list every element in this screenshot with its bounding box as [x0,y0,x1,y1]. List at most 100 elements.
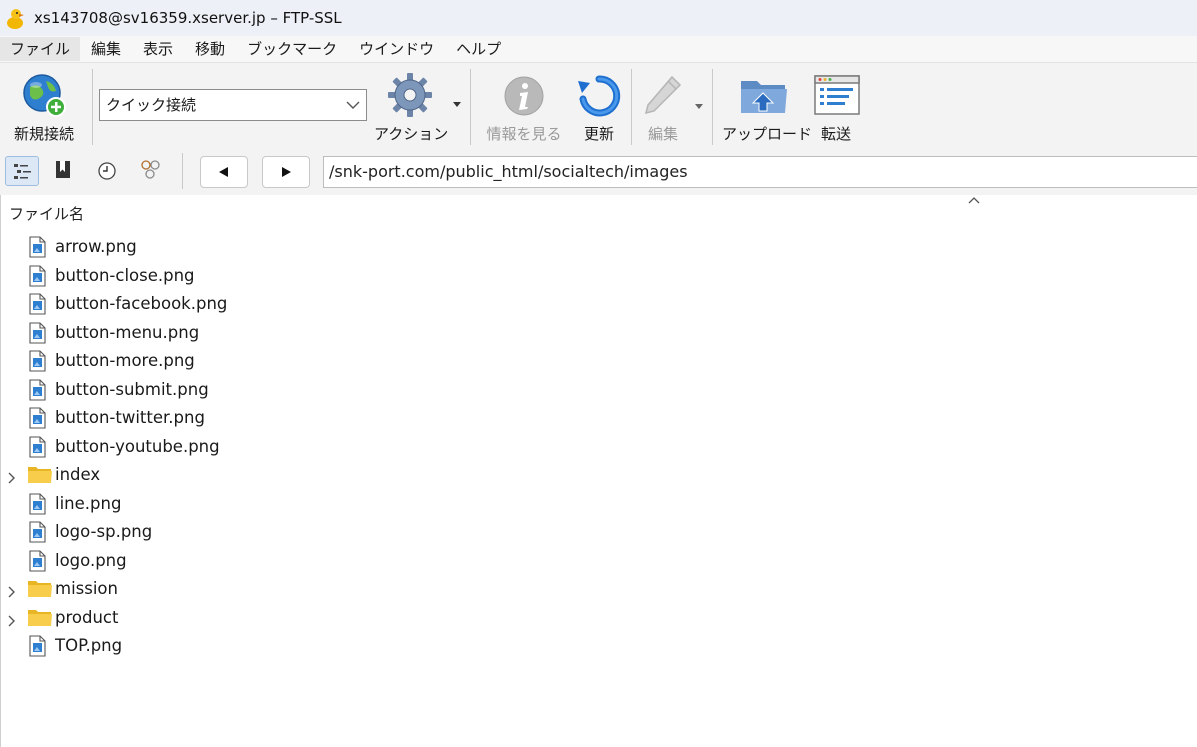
navbar-separator [182,153,183,189]
image-file-icon [27,407,47,433]
toolbar-separator [631,69,632,145]
transfer-button[interactable]: 転送 [810,67,862,145]
image-file-icon [27,549,47,576]
refresh-label: 更新 [583,125,614,143]
new-connection-label: 新規接続 [13,125,74,143]
folder-upload-icon [741,81,787,113]
file-name: logo.png [55,550,127,570]
file-row[interactable]: button-twitter.png [1,404,1197,432]
file-row[interactable]: button-menu.png [1,319,1197,347]
file-name: TOP.png [55,636,123,655]
menu-go[interactable]: 移動 [184,37,236,61]
forward-button[interactable] [262,156,310,188]
file-row[interactable]: button-facebook.png [1,290,1197,318]
folder-row[interactable]: index [1,461,1197,489]
image-file-icon [27,378,47,405]
refresh-button[interactable]: 更新 [572,67,626,145]
menu-file[interactable]: ファイル [0,37,81,61]
menu-help[interactable]: ヘルプ [445,37,512,61]
triangle-left-icon [219,167,228,177]
image-file-icon [27,492,47,519]
toolbar-separator [712,69,713,145]
edit-button[interactable]: 編集 [638,67,688,145]
file-name: arrow.png [55,237,137,256]
file-row[interactable]: logo-sp.png [1,518,1197,546]
history-view-button[interactable] [90,156,124,186]
expand-chevron-icon[interactable] [7,469,17,488]
toolbar-separator [92,69,93,145]
path-field[interactable]: /snk-port.com/public_html/socialtech/ima… [323,156,1197,188]
clock-icon [98,162,116,180]
file-name: index [55,465,101,484]
file-row[interactable]: TOP.png [1,632,1197,660]
triangle-right-icon [282,167,291,177]
file-row[interactable]: button-submit.png [1,376,1197,404]
file-name: logo-sp.png [55,522,153,541]
info-icon [504,76,544,116]
upload-button[interactable]: アップロード [722,67,813,145]
upload-label: アップロード [722,125,813,143]
file-name: button-facebook.png [55,294,228,313]
file-row[interactable]: line.png [1,490,1197,518]
folder-row[interactable]: mission [1,575,1197,603]
filename-column-header[interactable]: ファイル名 [9,203,84,224]
browser-view-button[interactable] [5,156,39,186]
quick-connect-value: クイック接続 [106,96,197,114]
transfer-window-icon [814,75,860,115]
edit-label: 編集 [647,125,678,143]
file-name: product [55,607,119,627]
file-row[interactable]: logo.png [1,547,1197,575]
outline-view-icon [14,164,31,179]
file-browser: ファイル名 arrow.png button-close.png button-fa… [0,195,1197,747]
folder-icon [27,578,53,604]
bookmark-icon [56,161,70,178]
image-file-icon [27,521,47,547]
info-button[interactable]: 情報を見る [480,67,568,145]
file-row[interactable]: button-close.png [1,262,1197,290]
refresh-icon [578,75,621,117]
edit-dropdown-arrow[interactable] [695,104,703,109]
image-file-icon [27,350,47,376]
image-file-icon [27,635,47,661]
expand-chevron-icon[interactable] [7,583,17,602]
back-button[interactable] [200,156,248,188]
image-file-icon [27,435,47,462]
file-name: button-twitter.png [55,408,205,427]
new-connection-button[interactable]: 新規接続 [4,67,84,145]
folder-row[interactable]: product [1,604,1197,632]
image-file-icon [27,321,47,348]
menu-view[interactable]: 表示 [132,37,184,61]
image-file-icon [27,293,47,319]
cyberduck-icon [7,9,24,29]
file-name: button-menu.png [55,322,200,342]
network-icon [141,160,160,179]
action-label: アクション [374,125,449,143]
file-name: line.png [55,493,122,513]
image-file-icon [27,264,47,291]
sort-ascending-icon[interactable] [967,195,981,205]
toolbar-separator [470,69,471,145]
menu-window[interactable]: ウインドウ [348,37,445,61]
quick-connect-select[interactable]: クイック接続 [99,89,367,121]
bookmarks-view-button[interactable] [47,156,81,186]
menu-bookmark[interactable]: ブックマーク [236,37,348,61]
menu-bar: ファイル 編集 表示 移動 ブックマーク ウインドウ ヘルプ [0,36,1197,63]
expand-chevron-icon[interactable] [7,612,17,631]
bonjour-view-button[interactable] [134,156,168,186]
action-dropdown-arrow[interactable] [453,102,461,107]
file-row[interactable]: button-youtube.png [1,433,1197,461]
title-bar: xs143708@sv16359.xserver.jp – FTP-SSL [0,0,1197,36]
menu-edit[interactable]: 編集 [80,37,132,61]
file-row[interactable]: button-more.png [1,347,1197,375]
info-label: 情報を見る [486,125,562,143]
pencil-icon [644,75,682,115]
transfer-label: 転送 [820,125,851,143]
file-name: button-more.png [55,351,195,370]
folder-icon [27,607,53,633]
file-name: mission [55,579,118,598]
file-row[interactable]: arrow.png [1,233,1197,261]
action-button[interactable]: アクション [374,67,449,145]
toolbar: 新規接続 クイック接続 アクション 情報を見る 更新 編集 アップロード 転送 [0,63,1197,149]
gear-icon [388,73,432,117]
image-file-icon [27,236,47,262]
